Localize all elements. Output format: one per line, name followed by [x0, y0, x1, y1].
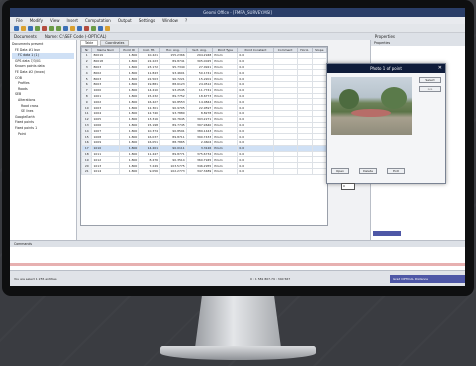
- open-button[interactable]: Open: [331, 168, 349, 174]
- status-mode: Grad OPTICAL Distance: [390, 275, 465, 283]
- toolbar: [10, 24, 465, 33]
- new-icon[interactable]: [14, 26, 19, 31]
- table-cell[interactable]: 347.3489: [185, 167, 214, 175]
- monitor-bezel: Geomi Office - [FMFA_SURVEY.MSI] File Mo…: [2, 0, 474, 296]
- menu-modify[interactable]: Modify: [30, 17, 43, 24]
- table-cell[interactable]: 9.056: [138, 167, 161, 175]
- menu-bar: File Modify View Insert Computation Outp…: [10, 17, 465, 24]
- menu-view[interactable]: View: [50, 17, 60, 24]
- commands-header: Commands: [10, 241, 465, 247]
- photo-dialog: Photo 1 of point ✕ Select >> Open Delete…: [326, 63, 446, 184]
- open-icon[interactable]: [21, 26, 26, 31]
- table-cell[interactable]: 1014: [91, 167, 120, 175]
- table-row[interactable]: 21 1014 1.800 9.056 102.2773 347.3489 Prism 0.0: [81, 167, 327, 175]
- menu-settings[interactable]: Settings: [139, 17, 155, 24]
- properties-tab[interactable]: [373, 231, 401, 236]
- monitor-base: [160, 346, 316, 360]
- menu-window[interactable]: Window: [162, 17, 178, 24]
- table-cell[interactable]: [272, 167, 298, 175]
- status-message: You are select 1 255 entities: [14, 277, 57, 281]
- documents-label: Documents: [14, 34, 37, 39]
- document-bar: Documents Name: C:\SEF Code (-OPTICAL) P…: [10, 33, 465, 40]
- status-bar: You are select 1 255 entities 0 : 1 581 …: [10, 270, 465, 286]
- point-icon[interactable]: [84, 26, 89, 31]
- status-coordinates: 0 : 1 581 807.79 : 340 567: [250, 277, 291, 281]
- table-cell[interactable]: 1.800: [118, 167, 140, 175]
- command-input[interactable]: [10, 263, 465, 266]
- point-photo-image: [331, 77, 412, 135]
- menu-insert[interactable]: Insert: [66, 17, 77, 24]
- monitor-stand: [195, 296, 281, 348]
- table-cell[interactable]: [311, 167, 327, 175]
- menu-file[interactable]: File: [16, 17, 23, 24]
- row-index[interactable]: 21: [81, 167, 93, 175]
- next-button[interactable]: >>: [419, 86, 441, 92]
- exit-button[interactable]: Exit: [387, 168, 405, 174]
- window-title: Geomi Office - [FMFA_SURVEY.MSI]: [10, 8, 465, 17]
- redo-icon[interactable]: [56, 26, 61, 31]
- app-screen: Geomi Office - [FMFA_SURVEY.MSI] File Mo…: [10, 8, 465, 286]
- import-icon[interactable]: [35, 26, 40, 31]
- menu-computation[interactable]: Computation: [85, 17, 111, 24]
- photo-dialog-title: Photo 1 of point ✕: [327, 64, 445, 73]
- compute-icon[interactable]: [70, 26, 75, 31]
- delete-button[interactable]: Delete: [359, 168, 377, 174]
- settings-icon[interactable]: [105, 26, 110, 31]
- layer-icon[interactable]: [91, 26, 96, 31]
- commands-panel: Commands: [10, 240, 465, 270]
- undo-icon[interactable]: [49, 26, 54, 31]
- table-cell[interactable]: Prism: [212, 167, 239, 175]
- table-cell[interactable]: 0.0: [237, 167, 274, 175]
- points-table: Nr Name Num Point ID Inst. Ht. Hor. Ang.…: [80, 46, 328, 226]
- tree-item[interactable]: Point: [12, 132, 74, 138]
- close-icon[interactable]: ✕: [438, 64, 442, 73]
- select-button[interactable]: Select: [419, 77, 441, 83]
- properties-label: Properties: [374, 34, 395, 39]
- document-name[interactable]: Name: C:\SEF Code (-OPTICAL): [45, 33, 107, 40]
- table-cell[interactable]: 102.2773: [159, 167, 187, 175]
- menu-output[interactable]: Output: [118, 17, 132, 24]
- map-icon[interactable]: [77, 26, 82, 31]
- menu-help[interactable]: ?: [185, 17, 187, 24]
- print-icon[interactable]: [63, 26, 68, 31]
- save-icon[interactable]: [28, 26, 33, 31]
- selection-indicator[interactable]: 0: [341, 183, 355, 190]
- properties-header: Properties: [371, 40, 465, 46]
- documents-tree: Documents present FE Data #1 bun FC data…: [10, 40, 77, 240]
- zoom-icon[interactable]: [98, 26, 103, 31]
- table-cell[interactable]: [296, 167, 313, 175]
- delete-icon[interactable]: [42, 26, 47, 31]
